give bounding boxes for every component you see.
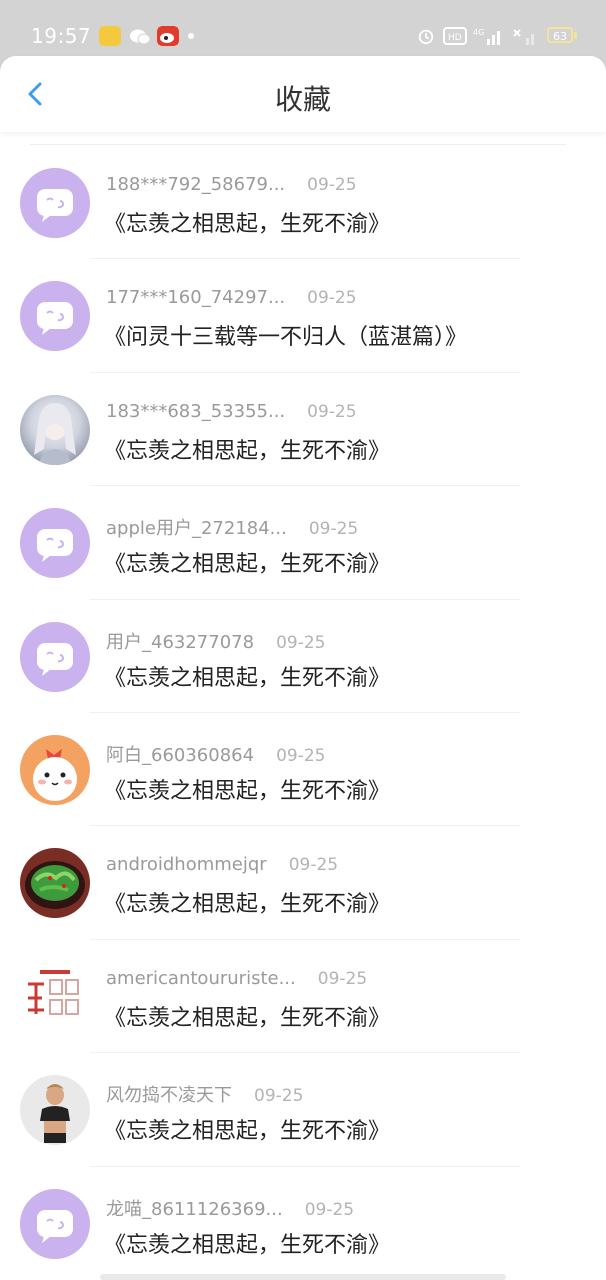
avatar[interactable] <box>20 1075 90 1146</box>
battery-tip <box>574 32 577 39</box>
food-photo-avatar-icon <box>25 861 85 910</box>
favorite-item[interactable]: androidhommejqr 09-25 《忘羡之相思起，生死不渝》 <box>0 826 606 940</box>
favorite-item[interactable]: apple用户_272184... 09-25 《忘羡之相思起，生死不渝》 <box>0 486 606 600</box>
date: 09-25 <box>307 401 357 422</box>
avatar[interactable] <box>20 1188 90 1259</box>
svg-text:HD: HD <box>448 33 462 43</box>
date: 09-25 <box>307 175 357 195</box>
header-divider <box>30 144 566 145</box>
story-title: 《忘羡之相思起，生死不渝》 <box>104 212 391 237</box>
story-title: 《忘羡之相思起，生死不渝》 <box>104 778 391 804</box>
avatar[interactable] <box>20 621 90 692</box>
date: 09-25 <box>276 632 326 653</box>
user-name: 阿白_660360864 09-25 <box>106 744 326 766</box>
user-name: apple用户_272184... 09-25 <box>106 518 359 540</box>
more-notifications-dot <box>188 33 194 39</box>
date: 09-25 <box>254 1086 304 1107</box>
avatar[interactable] <box>20 281 90 352</box>
date: 09-25 <box>288 855 339 876</box>
date: 09-25 <box>276 745 326 766</box>
date: 09-25 <box>317 968 368 989</box>
story-title: 《忘羡之相思起，生死不渝》 <box>104 1119 391 1145</box>
default-avatar-chat-icon <box>37 302 73 336</box>
nav-bar: 收藏 <box>0 56 606 132</box>
svg-text:4G: 4G <box>473 28 484 37</box>
avatar[interactable] <box>20 168 90 238</box>
calligraphy-avatar-icon <box>28 969 79 1015</box>
signal-icon <box>513 29 534 45</box>
signal-4g-icon: 4G <box>473 28 500 45</box>
favorite-item[interactable]: 177***160_74297... 09-25 《问灵十三载等一不归人（蓝湛篇）… <box>0 259 606 373</box>
sport-photo-avatar-icon <box>40 1084 70 1144</box>
favorite-item[interactable]: 188***792_58679... 09-25 《忘羡之相思起，生死不渝》 <box>0 146 606 260</box>
story-title: 《忘羡之相思起，生死不渝》 <box>104 438 391 464</box>
avatar[interactable] <box>20 848 90 919</box>
favorite-item[interactable]: 183***683_53355... 09-25 《忘羡之相思起，生死不渝》 <box>0 373 606 487</box>
photo-avatar-icon <box>34 402 76 465</box>
story-title: 《忘羡之相思起，生死不渝》 <box>104 1005 391 1031</box>
avatar[interactable] <box>20 394 90 465</box>
user-name: 风勿捣不凌天下 09-25 <box>106 1085 304 1107</box>
avatar[interactable] <box>20 734 90 805</box>
favorite-item[interactable]: 龙喵_8611126369... 09-25 《忘羡之相思起，生死不渝》 <box>0 1167 606 1280</box>
weibo-icon <box>157 26 179 46</box>
favorite-item[interactable]: americantoururiste... 09-25 《忘羡之相思起，生死不渝》 <box>0 940 606 1054</box>
default-avatar-chat-icon <box>37 529 73 563</box>
story-title: 《忘羡之相思起，生死不渝》 <box>104 892 391 918</box>
favorite-item[interactable]: 风勿捣不凌天下 09-25 《忘羡之相思起，生死不渝》 <box>0 1053 606 1167</box>
hd-icon: HD <box>443 27 467 45</box>
bottom-scroll-indicator <box>100 1274 506 1280</box>
user-name: americantoururiste... 09-25 <box>106 967 368 989</box>
story-title: 《忘羡之相思起，生死不渝》 <box>104 665 391 691</box>
date: 09-25 <box>308 519 359 540</box>
alarm-icon <box>418 29 434 45</box>
cartoon-avatar-icon <box>33 748 77 801</box>
avatar[interactable] <box>20 961 90 1032</box>
story-title: 《问灵十三载等一不归人（蓝湛篇）》 <box>104 325 468 351</box>
wechat-icon <box>130 29 151 45</box>
status-time: 19:57 <box>31 24 92 48</box>
user-name: androidhommejqr 09-25 <box>106 854 339 876</box>
user-name: 177***160_74297... 09-25 <box>106 287 357 309</box>
favorite-item[interactable]: 用户_463277078 09-25 《忘羡之相思起，生死不渝》 <box>0 600 606 713</box>
user-name: 183***683_53355... 09-25 <box>106 400 357 422</box>
date: 09-25 <box>304 1199 355 1220</box>
default-avatar-chat-icon <box>37 189 73 222</box>
favorites-list: 188***792_58679... 09-25 《忘羡之相思起，生死不渝》 17… <box>0 146 606 1280</box>
favorite-item[interactable]: 阿白_660360864 09-25 《忘羡之相思起，生死不渝》 <box>0 713 606 827</box>
story-title: 《忘羡之相思起，生死不渝》 <box>104 1232 391 1258</box>
app-notification-icon <box>99 26 121 46</box>
battery-icon: 63 <box>547 27 573 43</box>
page-title: 收藏 <box>274 83 331 116</box>
default-avatar-chat-icon <box>37 642 73 676</box>
story-title: 《忘羡之相思起，生死不渝》 <box>104 552 391 578</box>
default-avatar-chat-icon <box>37 1209 73 1243</box>
user-name: 用户_463277078 09-25 <box>106 631 326 653</box>
date: 09-25 <box>307 288 357 309</box>
avatar[interactable] <box>20 508 90 579</box>
user-name: 龙喵_8611126369... 09-25 <box>106 1198 355 1220</box>
user-name: 188***792_58679... 09-25 <box>106 174 357 195</box>
